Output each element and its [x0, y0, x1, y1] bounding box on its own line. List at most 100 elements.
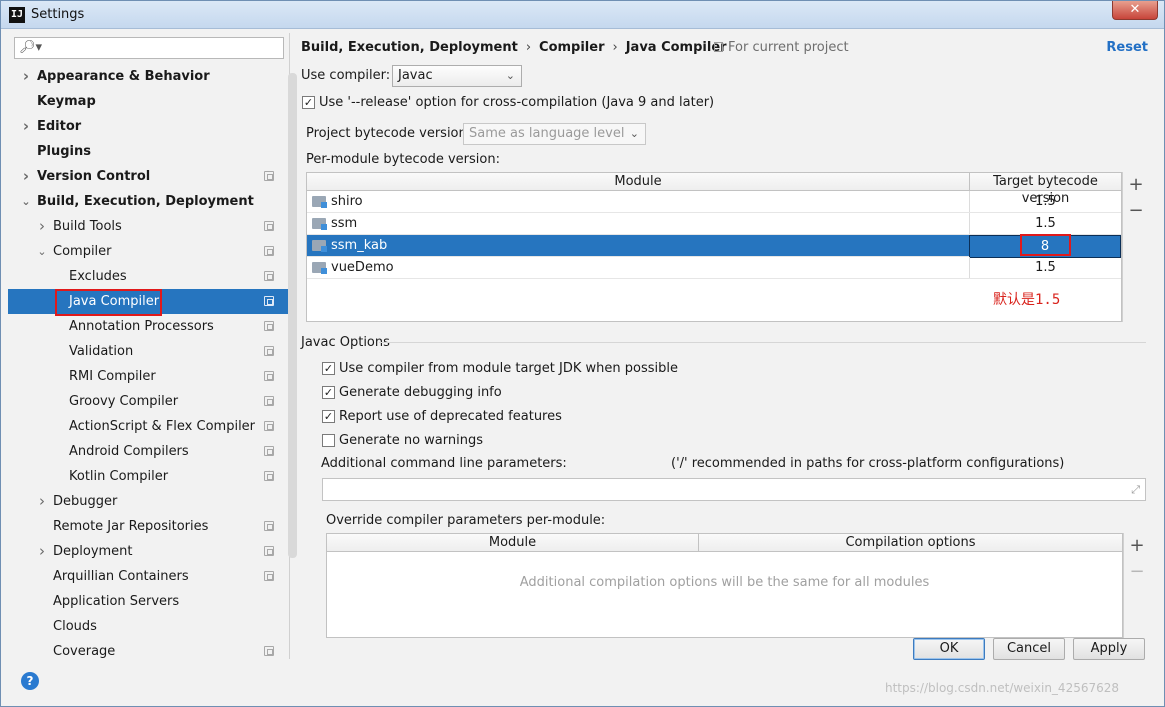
sidebar-item[interactable]: Kotlin Compiler: [8, 464, 290, 489]
breadcrumb: Build, Execution, Deployment › Compiler › Ja…: [301, 40, 727, 55]
sidebar-item[interactable]: › Editor: [8, 114, 290, 139]
javac-option-checkbox[interactable]: ✓: [322, 386, 335, 399]
chevron-down-icon[interactable]: ⌄: [36, 239, 48, 264]
override-params-table: Module Compilation options Additional co…: [326, 533, 1123, 638]
project-scope-icon: [264, 421, 274, 431]
sidebar-item-label: Excludes: [69, 269, 127, 284]
annotation-default-note: 默认是1.5: [993, 292, 1061, 308]
chevron-down-icon[interactable]: ⌄: [20, 189, 32, 214]
cmd-params-label: Additional command line parameters:: [321, 456, 567, 471]
use-compiler-label: Use compiler:: [301, 68, 391, 83]
sidebar-item[interactable]: Coverage: [8, 639, 290, 664]
project-scope-icon: [264, 321, 274, 331]
ok-button[interactable]: OK: [913, 638, 985, 660]
project-bytecode-label: Project bytecode version:: [306, 126, 472, 141]
javac-option-checkbox[interactable]: [322, 434, 335, 447]
module-folder-icon: [312, 262, 327, 274]
project-scope-icon: [264, 571, 274, 581]
project-bytecode-select[interactable]: Same as language level ⌄: [463, 123, 646, 145]
chevron-right-icon[interactable]: ›: [36, 539, 48, 564]
sidebar-item[interactable]: Java Compiler: [8, 289, 290, 316]
cancel-button[interactable]: Cancel: [993, 638, 1065, 660]
reset-link[interactable]: Reset: [1106, 40, 1148, 55]
sidebar-item[interactable]: Validation: [8, 339, 290, 364]
column-header-module[interactable]: Module: [327, 534, 698, 552]
sidebar-item-label: Android Compilers: [69, 444, 189, 459]
sidebar-item[interactable]: Remote Jar Repositories: [8, 514, 290, 539]
javac-option-checkbox[interactable]: ✓: [322, 410, 335, 423]
sidebar-item[interactable]: › Deployment: [8, 539, 290, 564]
javac-option-checkbox[interactable]: ✓: [322, 362, 335, 375]
target-version-cell[interactable]: 1.5: [969, 257, 1121, 278]
expand-icon[interactable]: ⤢: [1131, 483, 1140, 497]
sidebar-item[interactable]: › Appearance & Behavior: [8, 64, 290, 89]
sidebar-item[interactable]: RMI Compiler: [8, 364, 290, 389]
sidebar-item-label: Application Servers: [53, 594, 180, 609]
target-version-cell[interactable]: 1.5: [969, 191, 1121, 212]
chevron-right-icon[interactable]: ›: [20, 64, 32, 89]
chevron-right-icon[interactable]: ›: [36, 214, 48, 239]
sidebar-item[interactable]: › Debugger: [8, 489, 290, 514]
use-compiler-select[interactable]: Javac ⌄: [392, 65, 522, 87]
remove-icon[interactable]: −: [1128, 200, 1144, 221]
release-option-label: Use '--release' option for cross-compila…: [319, 95, 715, 110]
release-option-checkbox[interactable]: ✓: [302, 96, 315, 109]
sidebar-item[interactable]: Groovy Compiler: [8, 389, 290, 414]
sidebar-item[interactable]: Android Compilers: [8, 439, 290, 464]
project-scope-icon: [264, 446, 274, 456]
close-button[interactable]: ✕: [1112, 1, 1158, 20]
breadcrumb-separator: ›: [525, 40, 532, 55]
chevron-right-icon[interactable]: ›: [20, 114, 32, 139]
override-params-label: Override compiler parameters per-module:: [326, 513, 606, 528]
for-current-project: For current project: [714, 40, 849, 55]
table-row[interactable]: ssm_kab 8: [307, 235, 1121, 258]
sidebar-item[interactable]: Application Servers: [8, 589, 290, 614]
settings-search-input[interactable]: 🔎︎▾: [14, 37, 284, 59]
cmd-params-input[interactable]: ⤢: [322, 478, 1146, 501]
sidebar-item[interactable]: Excludes: [8, 264, 290, 289]
sidebar-item[interactable]: Arquillian Containers: [8, 564, 290, 589]
add-icon[interactable]: +: [1129, 535, 1145, 556]
target-version-cell[interactable]: 1.5: [969, 213, 1121, 234]
module-bytecode-table: Module Target bytecode version shiro 1.5 s…: [306, 172, 1122, 322]
javac-option-label: Use compiler from module target JDK when…: [339, 361, 678, 376]
column-header-compilation-options[interactable]: Compilation options: [698, 534, 1122, 552]
column-header-target-version[interactable]: Target bytecode version: [969, 173, 1121, 206]
sidebar-item[interactable]: › Build Tools: [8, 214, 290, 239]
sidebar-item-label: Build Tools: [53, 219, 122, 234]
use-compiler-value: Javac: [398, 68, 433, 83]
annotation-highlight-box: [1020, 234, 1071, 256]
chevron-down-icon: ⌄: [629, 127, 639, 140]
table-row[interactable]: ssm 1.5: [307, 213, 1121, 235]
sidebar-item-label: Annotation Processors: [69, 319, 214, 334]
chevron-right-icon[interactable]: ›: [20, 164, 32, 189]
settings-tree: › Appearance & Behavior Keymap › Editor Plugi…: [8, 64, 290, 664]
sidebar-item[interactable]: ⌄ Compiler: [8, 239, 290, 264]
sidebar-item[interactable]: Clouds: [8, 614, 290, 639]
chevron-right-icon[interactable]: ›: [36, 489, 48, 514]
sidebar-item-label: Groovy Compiler: [69, 394, 179, 409]
column-header-module[interactable]: Module: [307, 173, 969, 191]
sidebar-item[interactable]: Keymap: [8, 89, 290, 114]
project-scope-icon: [264, 396, 274, 406]
javac-options-title: Javac Options: [301, 335, 390, 350]
sidebar-item[interactable]: Plugins: [8, 139, 290, 164]
sidebar-item[interactable]: › Version Control: [8, 164, 290, 189]
sidebar-item-label: Compiler: [53, 244, 112, 259]
settings-sidebar: 🔎︎▾ › Appearance & Behavior Keymap › Editor P…: [8, 33, 297, 659]
module-name: shiro: [331, 194, 363, 209]
table-row[interactable]: vueDemo 1.5: [307, 257, 1121, 279]
sidebar-item[interactable]: Annotation Processors: [8, 314, 290, 339]
sidebar-item[interactable]: ⌄ Build, Execution, Deployment: [8, 189, 290, 214]
apply-button[interactable]: Apply: [1073, 638, 1145, 660]
sidebar-item[interactable]: ActionScript & Flex Compiler: [8, 414, 290, 439]
module-folder-icon: [312, 196, 327, 208]
project-scope-icon: [264, 471, 274, 481]
sidebar-item-label: Appearance & Behavior: [37, 69, 210, 84]
table-row[interactable]: shiro 1.5: [307, 191, 1121, 213]
add-icon[interactable]: +: [1128, 174, 1144, 195]
search-icon: 🔎︎▾: [19, 40, 43, 55]
sidebar-item-label: Debugger: [53, 494, 118, 509]
help-button[interactable]: ?: [21, 672, 39, 690]
chevron-down-icon: ⌄: [505, 69, 515, 82]
